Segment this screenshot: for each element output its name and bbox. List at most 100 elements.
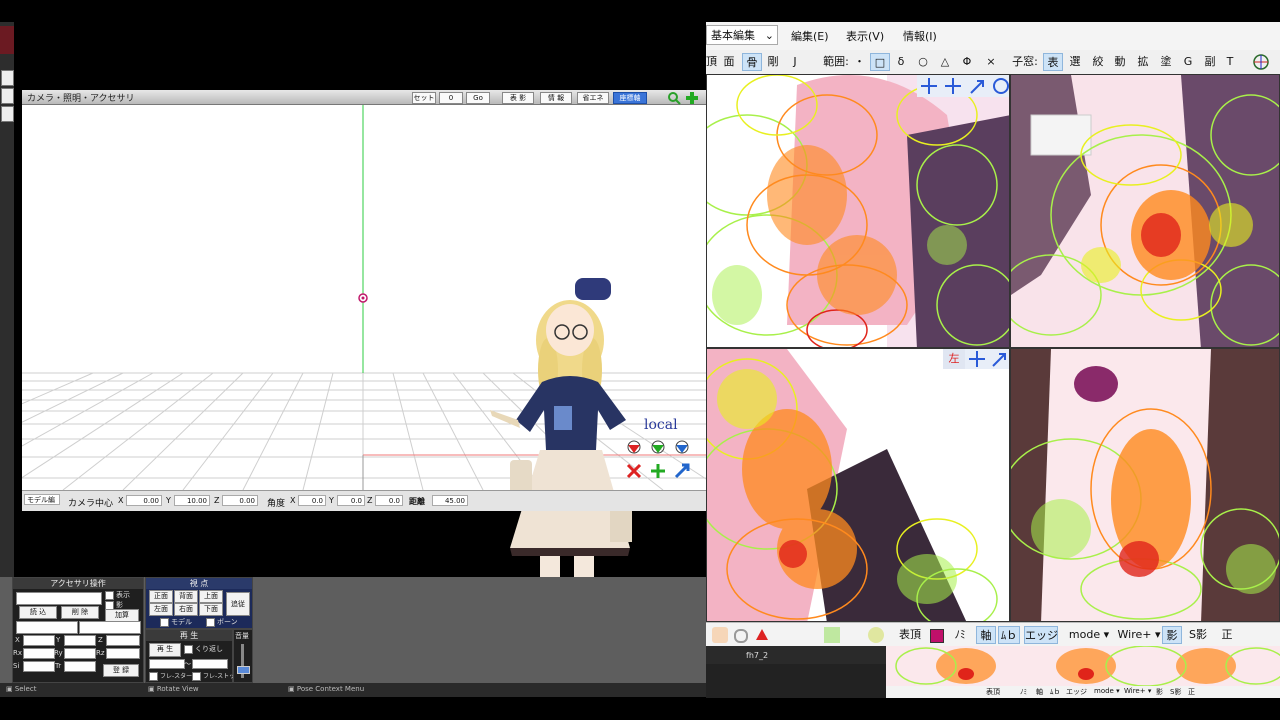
thumb-axis[interactable]: 軸	[1036, 687, 1043, 697]
play-button[interactable]: 再 生	[149, 643, 181, 657]
normal-toggle[interactable]: ﾉﾐ	[950, 626, 970, 644]
thumb-ortho[interactable]: 正	[1188, 687, 1195, 697]
acc-si-field[interactable]	[23, 661, 55, 672]
side-chip[interactable]	[1, 88, 14, 104]
loop-checkbox[interactable]: くり返し	[184, 644, 223, 654]
record-icon[interactable]	[734, 629, 748, 643]
mode-dropdown[interactable]: mode ▾	[1066, 626, 1112, 644]
range-cross[interactable]: ×	[984, 53, 998, 71]
subwindow-filter[interactable]: 絞	[1088, 53, 1108, 71]
show-checkbox[interactable]: 表示	[105, 590, 130, 600]
wire-dropdown[interactable]: Wire+ ▾	[1116, 626, 1162, 644]
target-select[interactable]	[79, 621, 141, 634]
range-circle[interactable]: ○	[916, 53, 930, 71]
camera-tools[interactable]	[917, 75, 1010, 97]
top-view-button[interactable]: 上面	[199, 590, 223, 603]
render-icon[interactable]	[712, 627, 728, 643]
color-swatch-icon[interactable]	[930, 629, 944, 643]
subwindow-sub[interactable]: 副	[1200, 53, 1220, 71]
go-button[interactable]: Go	[466, 92, 490, 104]
material-toggle[interactable]: ﾑｂ	[998, 626, 1020, 644]
mode-tab[interactable]: モデル編	[24, 494, 60, 505]
side-chip[interactable]	[1, 106, 14, 122]
side-chip[interactable]	[1, 70, 14, 86]
axis-button[interactable]: 座標軸	[613, 92, 647, 104]
globe-icon[interactable]	[1252, 53, 1270, 71]
angle-z-field[interactable]: 0.0	[375, 495, 403, 506]
vertex-toggle[interactable]: 頂	[706, 53, 717, 71]
acc-rx-field[interactable]	[23, 648, 55, 659]
camera-x-field[interactable]: 0.00	[126, 495, 162, 506]
subwindow-scale[interactable]: 拡	[1133, 53, 1153, 71]
thumb-material[interactable]: ﾑｂ	[1050, 687, 1061, 697]
face-toggle[interactable]: 面	[720, 53, 738, 71]
menu-edit[interactable]: 編集(E)	[791, 28, 829, 44]
subwindow-g[interactable]: G	[1178, 53, 1198, 71]
subwindow-paint[interactable]: 塗	[1156, 53, 1176, 71]
viewport-pane-top-right[interactable]	[1010, 74, 1280, 348]
shadow-button[interactable]: 表 影	[502, 92, 534, 104]
rigid-toggle[interactable]: 剛	[764, 53, 782, 71]
ortho-toggle[interactable]: 正	[1216, 626, 1238, 644]
left-view-button[interactable]: 左面	[149, 603, 173, 616]
joint-toggle[interactable]: J	[788, 53, 802, 71]
register-button[interactable]: 登 録	[103, 664, 139, 677]
subwindow-t[interactable]: T	[1222, 53, 1238, 71]
sphere-icon[interactable]	[868, 627, 884, 643]
side-left-label[interactable]: 左	[943, 349, 965, 369]
accessory-select[interactable]	[16, 592, 102, 605]
subwindow-move[interactable]: 動	[1110, 53, 1130, 71]
subwindow-select[interactable]: 選	[1065, 53, 1085, 71]
menu-info[interactable]: 情報(I)	[903, 28, 937, 44]
camera-z-field[interactable]: 0.00	[222, 495, 258, 506]
frame-start-checkbox[interactable]: フレ-スタート	[149, 671, 198, 681]
triangle-icon[interactable]	[756, 629, 768, 640]
range-rect[interactable]: □	[870, 53, 890, 71]
info-button[interactable]: 情 報	[540, 92, 572, 104]
bottom-view-button[interactable]: 下面	[199, 603, 223, 616]
shadow-toggle[interactable]: 影	[1162, 626, 1182, 644]
angle-x-field[interactable]: 0.0	[298, 495, 326, 506]
viewport-pane-top-left[interactable]	[706, 74, 1010, 348]
toggle-icon[interactable]	[824, 627, 840, 643]
edge-toggle[interactable]: エッジ	[1024, 626, 1058, 644]
acc-y-field[interactable]	[64, 635, 96, 646]
right-view-button[interactable]: 右面	[174, 603, 198, 616]
viewport-pane-bottom-right[interactable]	[1010, 348, 1280, 622]
acc-ry-field[interactable]	[64, 648, 96, 659]
subwindow-table[interactable]: 表	[1043, 53, 1063, 71]
add-icon[interactable]	[685, 90, 699, 104]
angle-y-field[interactable]: 0.0	[337, 495, 365, 506]
edit-mode-select[interactable]: 基本編集 ⌄	[706, 25, 778, 45]
frame-stop-field[interactable]	[192, 659, 228, 669]
follow-button[interactable]: 追従	[226, 592, 250, 616]
thumb-shadow[interactable]: 影	[1156, 687, 1163, 697]
camera-y-field[interactable]: 10.00	[174, 495, 210, 506]
model-checkbox[interactable]: モデル	[160, 617, 192, 627]
bone-toggle[interactable]: 骨	[742, 53, 762, 71]
set-button[interactable]: セット	[412, 92, 436, 104]
axis-toggle[interactable]: 軸	[976, 626, 996, 644]
vertex-face-toggle[interactable]: 表頂	[896, 626, 924, 644]
save-energy-button[interactable]: 省エネ	[577, 92, 609, 104]
self-shadow-toggle[interactable]: S影	[1186, 626, 1210, 644]
range-triangle[interactable]: △	[938, 53, 952, 71]
volume-slider[interactable]	[237, 666, 250, 674]
zoom-icon[interactable]	[667, 90, 681, 105]
thumb-self-shadow[interactable]: S影	[1170, 687, 1181, 697]
pane-camera-tools[interactable]	[965, 349, 1010, 369]
thumb-vertex-face[interactable]: 表頂	[986, 687, 1000, 697]
range-point[interactable]: ・	[854, 53, 865, 71]
load-button[interactable]: 読 込	[19, 606, 57, 619]
front-view-button[interactable]: 正面	[149, 590, 173, 603]
thumb-wire[interactable]: Wire+ ▾	[1124, 687, 1151, 695]
viewport-pane-bottom-left[interactable]: 左	[706, 348, 1010, 622]
thumb-normal[interactable]: ﾉﾐ	[1020, 687, 1027, 697]
thumb-mode[interactable]: mode ▾	[1094, 687, 1120, 695]
range-phi[interactable]: Φ	[960, 53, 974, 71]
frame-start-field[interactable]	[149, 659, 185, 669]
bone-select[interactable]	[16, 621, 78, 634]
range-delta[interactable]: δ	[894, 53, 908, 71]
delete-button[interactable]: 削 除	[61, 606, 99, 619]
acc-rz-field[interactable]	[106, 648, 140, 659]
